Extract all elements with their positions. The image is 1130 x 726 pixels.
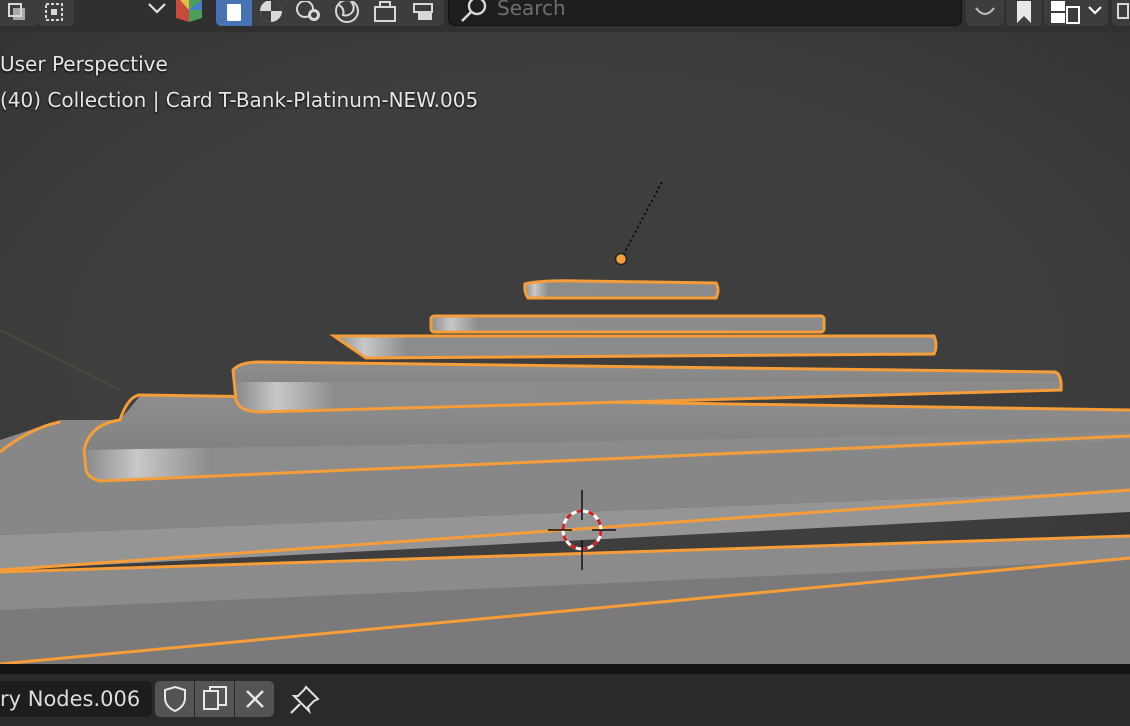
scene-canvas — [0, 32, 1130, 664]
chevron-down-icon[interactable] — [146, 0, 168, 20]
pin-button[interactable] — [288, 684, 322, 716]
material-icon — [296, 1, 320, 21]
object-mode-button[interactable] — [216, 0, 252, 26]
select-set-icon — [8, 3, 25, 20]
pin-icon — [290, 685, 320, 715]
color-picker-icon[interactable] — [174, 0, 204, 24]
rendered-shading-button[interactable] — [328, 0, 366, 26]
card-3 — [329, 334, 938, 360]
layout-icon — [1051, 1, 1102, 24]
corner-icon — [1117, 3, 1129, 19]
select-mode-extend-button[interactable] — [38, 0, 74, 26]
shield-icon — [163, 685, 186, 713]
collection-object-label: (40) Collection | Card T-Bank-Platinum-N… — [0, 88, 479, 112]
overlay-icon — [413, 3, 433, 20]
solid-shading-button[interactable] — [252, 0, 290, 26]
globe-icon — [335, 1, 359, 23]
arc-icon — [975, 7, 995, 15]
node-editor-header: ry Nodes.006 — [0, 674, 1130, 726]
sphere-checker-icon — [260, 1, 282, 22]
overlays-button[interactable] — [404, 0, 444, 26]
bookmark-icon — [1017, 1, 1031, 23]
view-toggle-button[interactable] — [966, 0, 1004, 26]
render-settings-button[interactable] — [366, 0, 404, 26]
node-group-name-field[interactable]: ry Nodes.006 — [0, 681, 152, 717]
close-icon — [245, 690, 264, 708]
select-mode-set-button[interactable] — [0, 0, 38, 26]
duplicate-button[interactable] — [195, 681, 234, 717]
perspective-label: User Perspective — [0, 52, 168, 76]
card-2 — [429, 314, 826, 334]
select-extend-icon — [45, 3, 63, 21]
search-icon — [461, 0, 487, 22]
bookmark-button[interactable] — [1006, 0, 1042, 26]
unlink-button[interactable] — [235, 681, 274, 717]
card-1 — [523, 279, 720, 300]
3d-viewport[interactable]: User Perspective (40) Collection | Card … — [0, 32, 1130, 664]
search-field[interactable]: Search — [448, 0, 962, 26]
fake-user-button[interactable] — [155, 681, 194, 717]
duplicate-icon — [202, 686, 227, 710]
search-placeholder: Search — [497, 0, 566, 20]
viewport-header: Search — [0, 0, 1130, 32]
object-icon — [227, 4, 241, 21]
object-origin-icon — [614, 252, 628, 266]
editor-layout-dropdown[interactable] — [1044, 0, 1108, 26]
material-preview-button[interactable] — [290, 0, 328, 26]
camera-icon — [374, 1, 396, 22]
area-divider[interactable] — [0, 664, 1130, 674]
node-group-name: ry Nodes.006 — [0, 687, 141, 711]
extra-header-button[interactable] — [1112, 0, 1130, 26]
